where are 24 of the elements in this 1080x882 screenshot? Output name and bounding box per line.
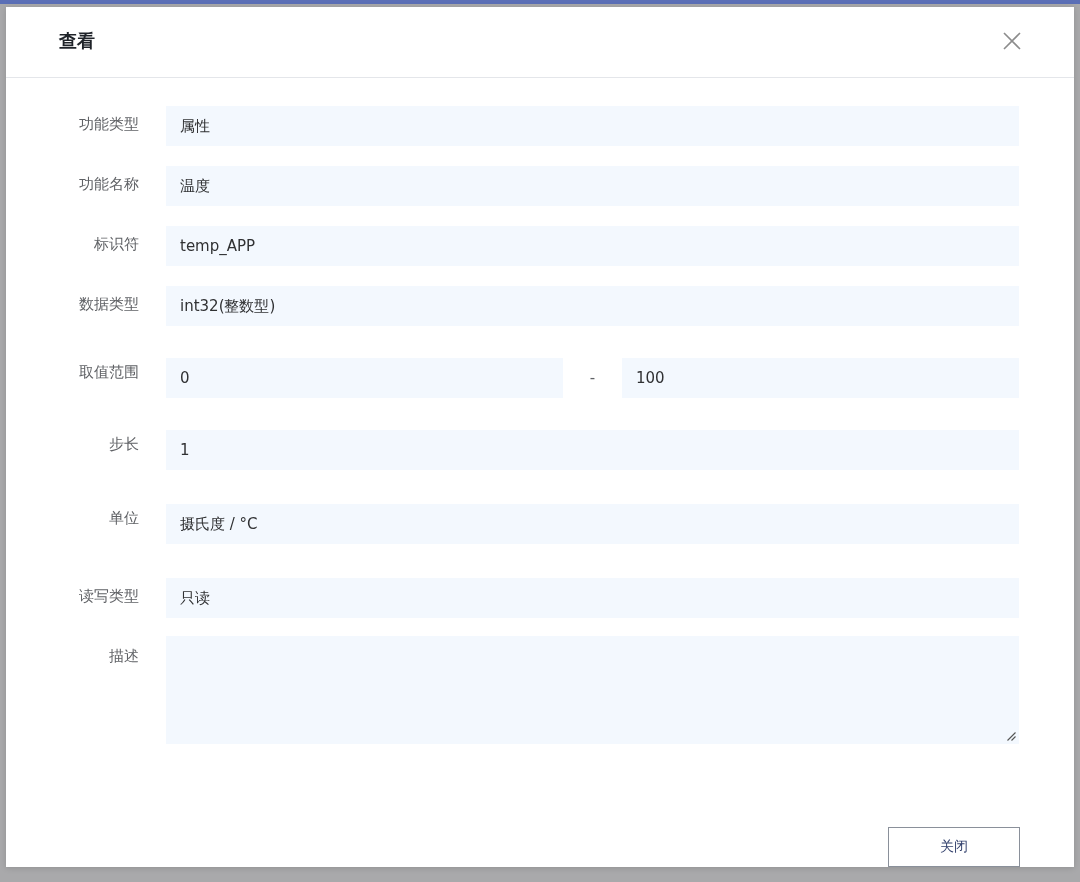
field-label: 取值范围 [78,362,139,382]
field-label: 步长 [108,434,139,454]
input-field[interactable]: int32(整数型) [166,286,1019,326]
input-field[interactable]: 温度 [166,166,1019,206]
input-field[interactable]: 只读 [166,578,1019,618]
field-label: 标识符 [93,234,139,254]
resize-handle-icon[interactable] [1007,732,1016,741]
dialog-title: 查看 [59,29,95,53]
range-separator: - [588,368,597,389]
field-label: 功能名称 [78,174,139,194]
field-label: 数据类型 [78,294,139,314]
close-icon[interactable] [1003,31,1021,50]
field-label: 单位 [108,508,139,528]
field-label: 描述 [108,646,139,666]
input-field[interactable]: 1 [166,430,1019,470]
input-field[interactable]: 摄氏度 / °C [166,504,1019,544]
input-field[interactable]: temp_APP [166,226,1019,266]
range-max-field[interactable]: 100 [622,358,1019,398]
field-label: 读写类型 [78,586,139,606]
input-field[interactable]: 属性 [166,106,1019,146]
close-button[interactable]: 关闭 [888,827,1020,867]
textarea-field[interactable] [166,636,1019,744]
field-label: 功能类型 [78,114,139,134]
range-min-field[interactable]: 0 [166,358,563,398]
